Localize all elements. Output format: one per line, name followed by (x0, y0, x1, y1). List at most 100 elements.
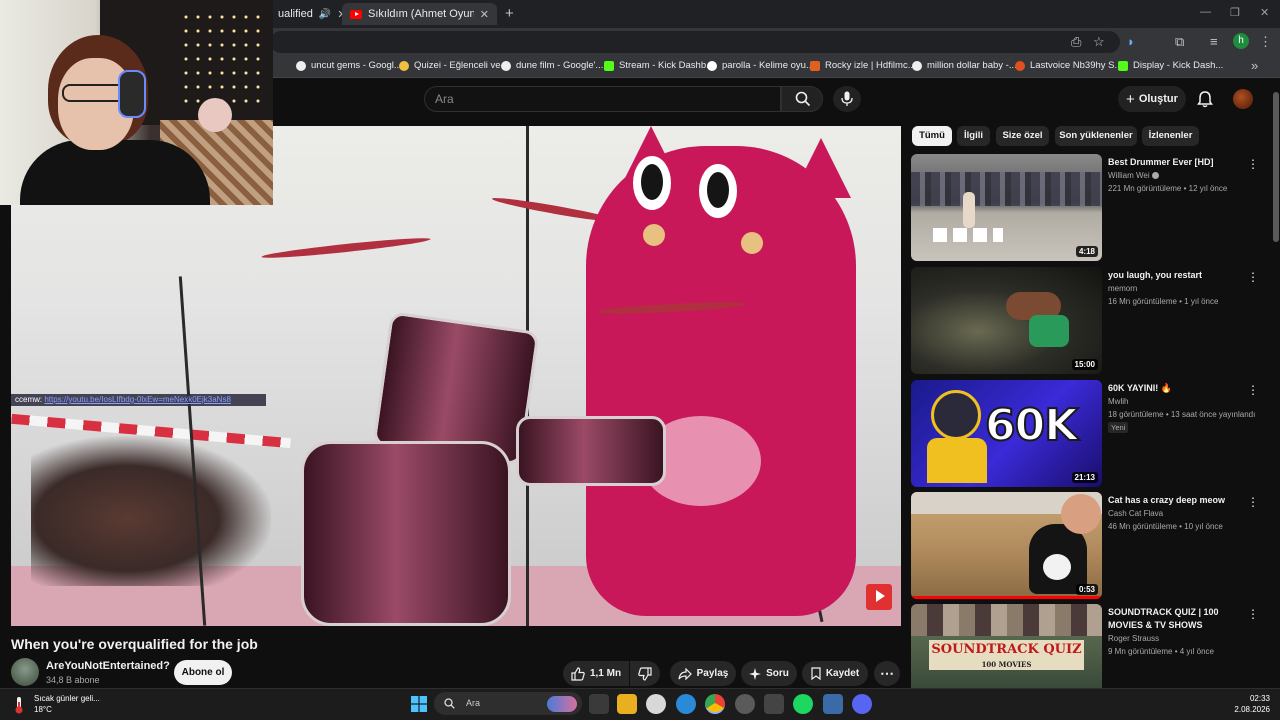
create-button[interactable]: + Oluştur (1118, 86, 1186, 112)
chip-for-you[interactable]: Size özel (996, 126, 1049, 146)
more-vertical-icon[interactable]: ⋮ (1247, 495, 1259, 509)
search-highlight-icon[interactable] (547, 696, 577, 712)
recommendation-item[interactable]: 60K 21:13 60K YAYINI! 🔥 Mwlih 18 görüntü… (911, 380, 1271, 488)
bookmark-item[interactable]: parolla - Kelime oyu... (707, 60, 814, 71)
bookmarks-overflow-icon[interactable]: » (1251, 58, 1258, 73)
address-field[interactable] (270, 31, 1120, 53)
bookmark-item[interactable]: Rocky izle | Hdfilmc... (810, 60, 916, 71)
drum-buckets (933, 228, 1003, 242)
recommendation-item[interactable]: 0:53 Cat has a crazy deep meow Cash Cat … (911, 492, 1271, 600)
mascot-eye (633, 156, 671, 210)
recommendation-meta: 16 Mn görüntüleme • 1 yıl önce (1108, 297, 1219, 306)
bookmark-item[interactable]: dune film - Google'... (501, 60, 603, 71)
ask-label: Soru (766, 668, 789, 679)
voice-search-button[interactable] (833, 86, 861, 112)
minimize-icon[interactable]: — (1200, 6, 1211, 18)
bookmark-item[interactable]: million dollar baby -... (912, 60, 1017, 71)
speaker-icon[interactable]: 🔊 (319, 9, 331, 20)
recommendation-title[interactable]: SOUNDTRACK QUIZ | 100 MOVIES & TV SHOWS (1108, 606, 1240, 632)
account-avatar[interactable] (1233, 89, 1253, 109)
chip-all[interactable]: Tümü (912, 126, 952, 146)
channel-name[interactable]: AreYouNotEntertained? (46, 660, 170, 672)
bookmark-item[interactable]: Lastvoice Nb39hy S... (1015, 60, 1122, 71)
recommendation-title[interactable]: Best Drummer Ever [HD] (1108, 156, 1240, 169)
browser-profile-avatar[interactable]: h (1233, 33, 1249, 49)
ask-button[interactable]: Soru (741, 661, 797, 686)
save-button[interactable]: Kaydet (802, 661, 868, 686)
bookmark-item[interactable]: Display - Kick Dash... (1118, 60, 1223, 71)
windows-start-icon[interactable] (411, 696, 427, 712)
search-input[interactable]: Ara (424, 86, 781, 112)
extension-audio-icon[interactable]: ◗ (1127, 34, 1135, 49)
more-vertical-icon[interactable]: ⋮ (1247, 157, 1259, 171)
browser-tab-youtube[interactable]: Sıkıldım (Ahmet Oyunda Silinen ✕ (342, 3, 497, 25)
subscribe-watermark-icon[interactable] (866, 584, 892, 610)
subscribe-button[interactable]: Abone ol (174, 660, 232, 685)
mascot-cheek (643, 224, 665, 246)
spotify-icon[interactable] (793, 694, 813, 714)
dislike-button[interactable] (630, 661, 660, 686)
task-view-icon[interactable] (589, 694, 609, 714)
like-button[interactable]: 1,1 Mn (563, 661, 629, 686)
chip-watched[interactable]: İzlenenler (1142, 126, 1199, 146)
taskbar-clock[interactable]: 02:33 2.08.2026 (1225, 693, 1270, 715)
browser-menu-icon[interactable]: ⋮ (1259, 34, 1272, 50)
recommendation-channel[interactable]: Roger Strauss (1108, 633, 1159, 645)
chip-related[interactable]: İlgili (957, 126, 990, 146)
weather-title: Sıcak günler geli... (34, 694, 100, 703)
capture-app-icon[interactable] (764, 694, 784, 714)
channel-avatar[interactable] (11, 658, 39, 686)
recommendation-title[interactable]: Cat has a crazy deep meow (1108, 494, 1240, 507)
bookmark-item[interactable]: Quizei - Eğlenceli ve... (399, 60, 509, 71)
thermometer-icon[interactable] (13, 696, 25, 714)
new-tab-icon[interactable]: + (505, 5, 514, 22)
recommendation-item[interactable]: 4:18 Best Drummer Ever [HD] William Wei … (911, 154, 1271, 262)
chip-recent[interactable]: Son yüklenenler (1055, 126, 1137, 146)
share-button[interactable]: Paylaş (670, 661, 736, 686)
scrollbar-thumb[interactable] (1273, 92, 1279, 242)
bookmark-icon (811, 667, 821, 680)
recommendation-item[interactable]: SOUNDTRACK QUIZ 100 MOVIES SOUNDTRACK QU… (911, 604, 1271, 688)
search-button[interactable] (781, 86, 823, 112)
more-vertical-icon[interactable]: ⋮ (1247, 383, 1259, 397)
recommendation-channel[interactable]: memorn (1108, 283, 1137, 295)
chatgpt-icon[interactable] (646, 694, 666, 714)
discord-icon[interactable] (852, 694, 872, 714)
more-vertical-icon[interactable]: ⋮ (1247, 270, 1259, 284)
maximize-icon[interactable]: ❐ (1230, 6, 1240, 19)
recommendation-title[interactable]: 60K YAYINI! 🔥 (1108, 382, 1240, 395)
create-label: Oluştur (1138, 93, 1178, 105)
video-thumbnail[interactable]: 15:00 (911, 267, 1102, 374)
recommendation-channel[interactable]: William Wei (1108, 170, 1159, 182)
extensions-icon[interactable]: ⧉ (1175, 34, 1184, 50)
recommendation-title[interactable]: you laugh, you restart (1108, 269, 1240, 282)
recommendation-meta: 18 görüntüleme • 13 saat önce yayınlandı (1108, 410, 1256, 419)
tab-close-icon[interactable]: ✕ (480, 8, 489, 21)
recommendation-channel[interactable]: Mwlih (1108, 396, 1128, 408)
recommendation-channel[interactable]: Cash Cat Flava (1108, 508, 1163, 520)
recommendation-item[interactable]: 15:00 you laugh, you restart memorn 16 M… (911, 267, 1271, 375)
install-app-icon[interactable]: ⎙ (1071, 34, 1081, 50)
notifications-bell-icon[interactable] (1196, 90, 1214, 108)
weather-widget[interactable]: Sıcak günler geli... 18°C (34, 693, 100, 715)
bookmark-star-icon[interactable]: ☆ (1093, 34, 1105, 50)
more-vertical-icon[interactable]: ⋮ (1247, 607, 1259, 621)
tab-title: ualified (278, 8, 313, 20)
window-close-icon[interactable]: ✕ (1260, 6, 1269, 19)
video-thumbnail[interactable]: SOUNDTRACK QUIZ 100 MOVIES (911, 604, 1102, 688)
reading-list-icon[interactable]: ≡ (1210, 34, 1218, 49)
browser-tab-current[interactable]: ualified 🔊 ✕ (270, 3, 342, 25)
obs-icon[interactable] (735, 694, 755, 714)
chrome-icon[interactable] (705, 694, 725, 714)
robot-body (927, 438, 987, 483)
file-explorer-icon[interactable] (617, 694, 637, 714)
vpn-app-icon[interactable] (823, 694, 843, 714)
bookmark-item[interactable]: Stream - Kick Dashb... (604, 60, 714, 71)
bookmark-item[interactable]: uncut gems - Googl... (296, 60, 402, 71)
more-actions-button[interactable]: ⋯ (874, 661, 900, 686)
video-thumbnail[interactable]: 60K 21:13 (911, 380, 1102, 487)
video-thumbnail[interactable]: 4:18 (911, 154, 1102, 261)
edge-icon[interactable] (676, 694, 696, 714)
video-thumbnail[interactable]: 0:53 (911, 492, 1102, 599)
sparkle-icon (749, 667, 762, 680)
